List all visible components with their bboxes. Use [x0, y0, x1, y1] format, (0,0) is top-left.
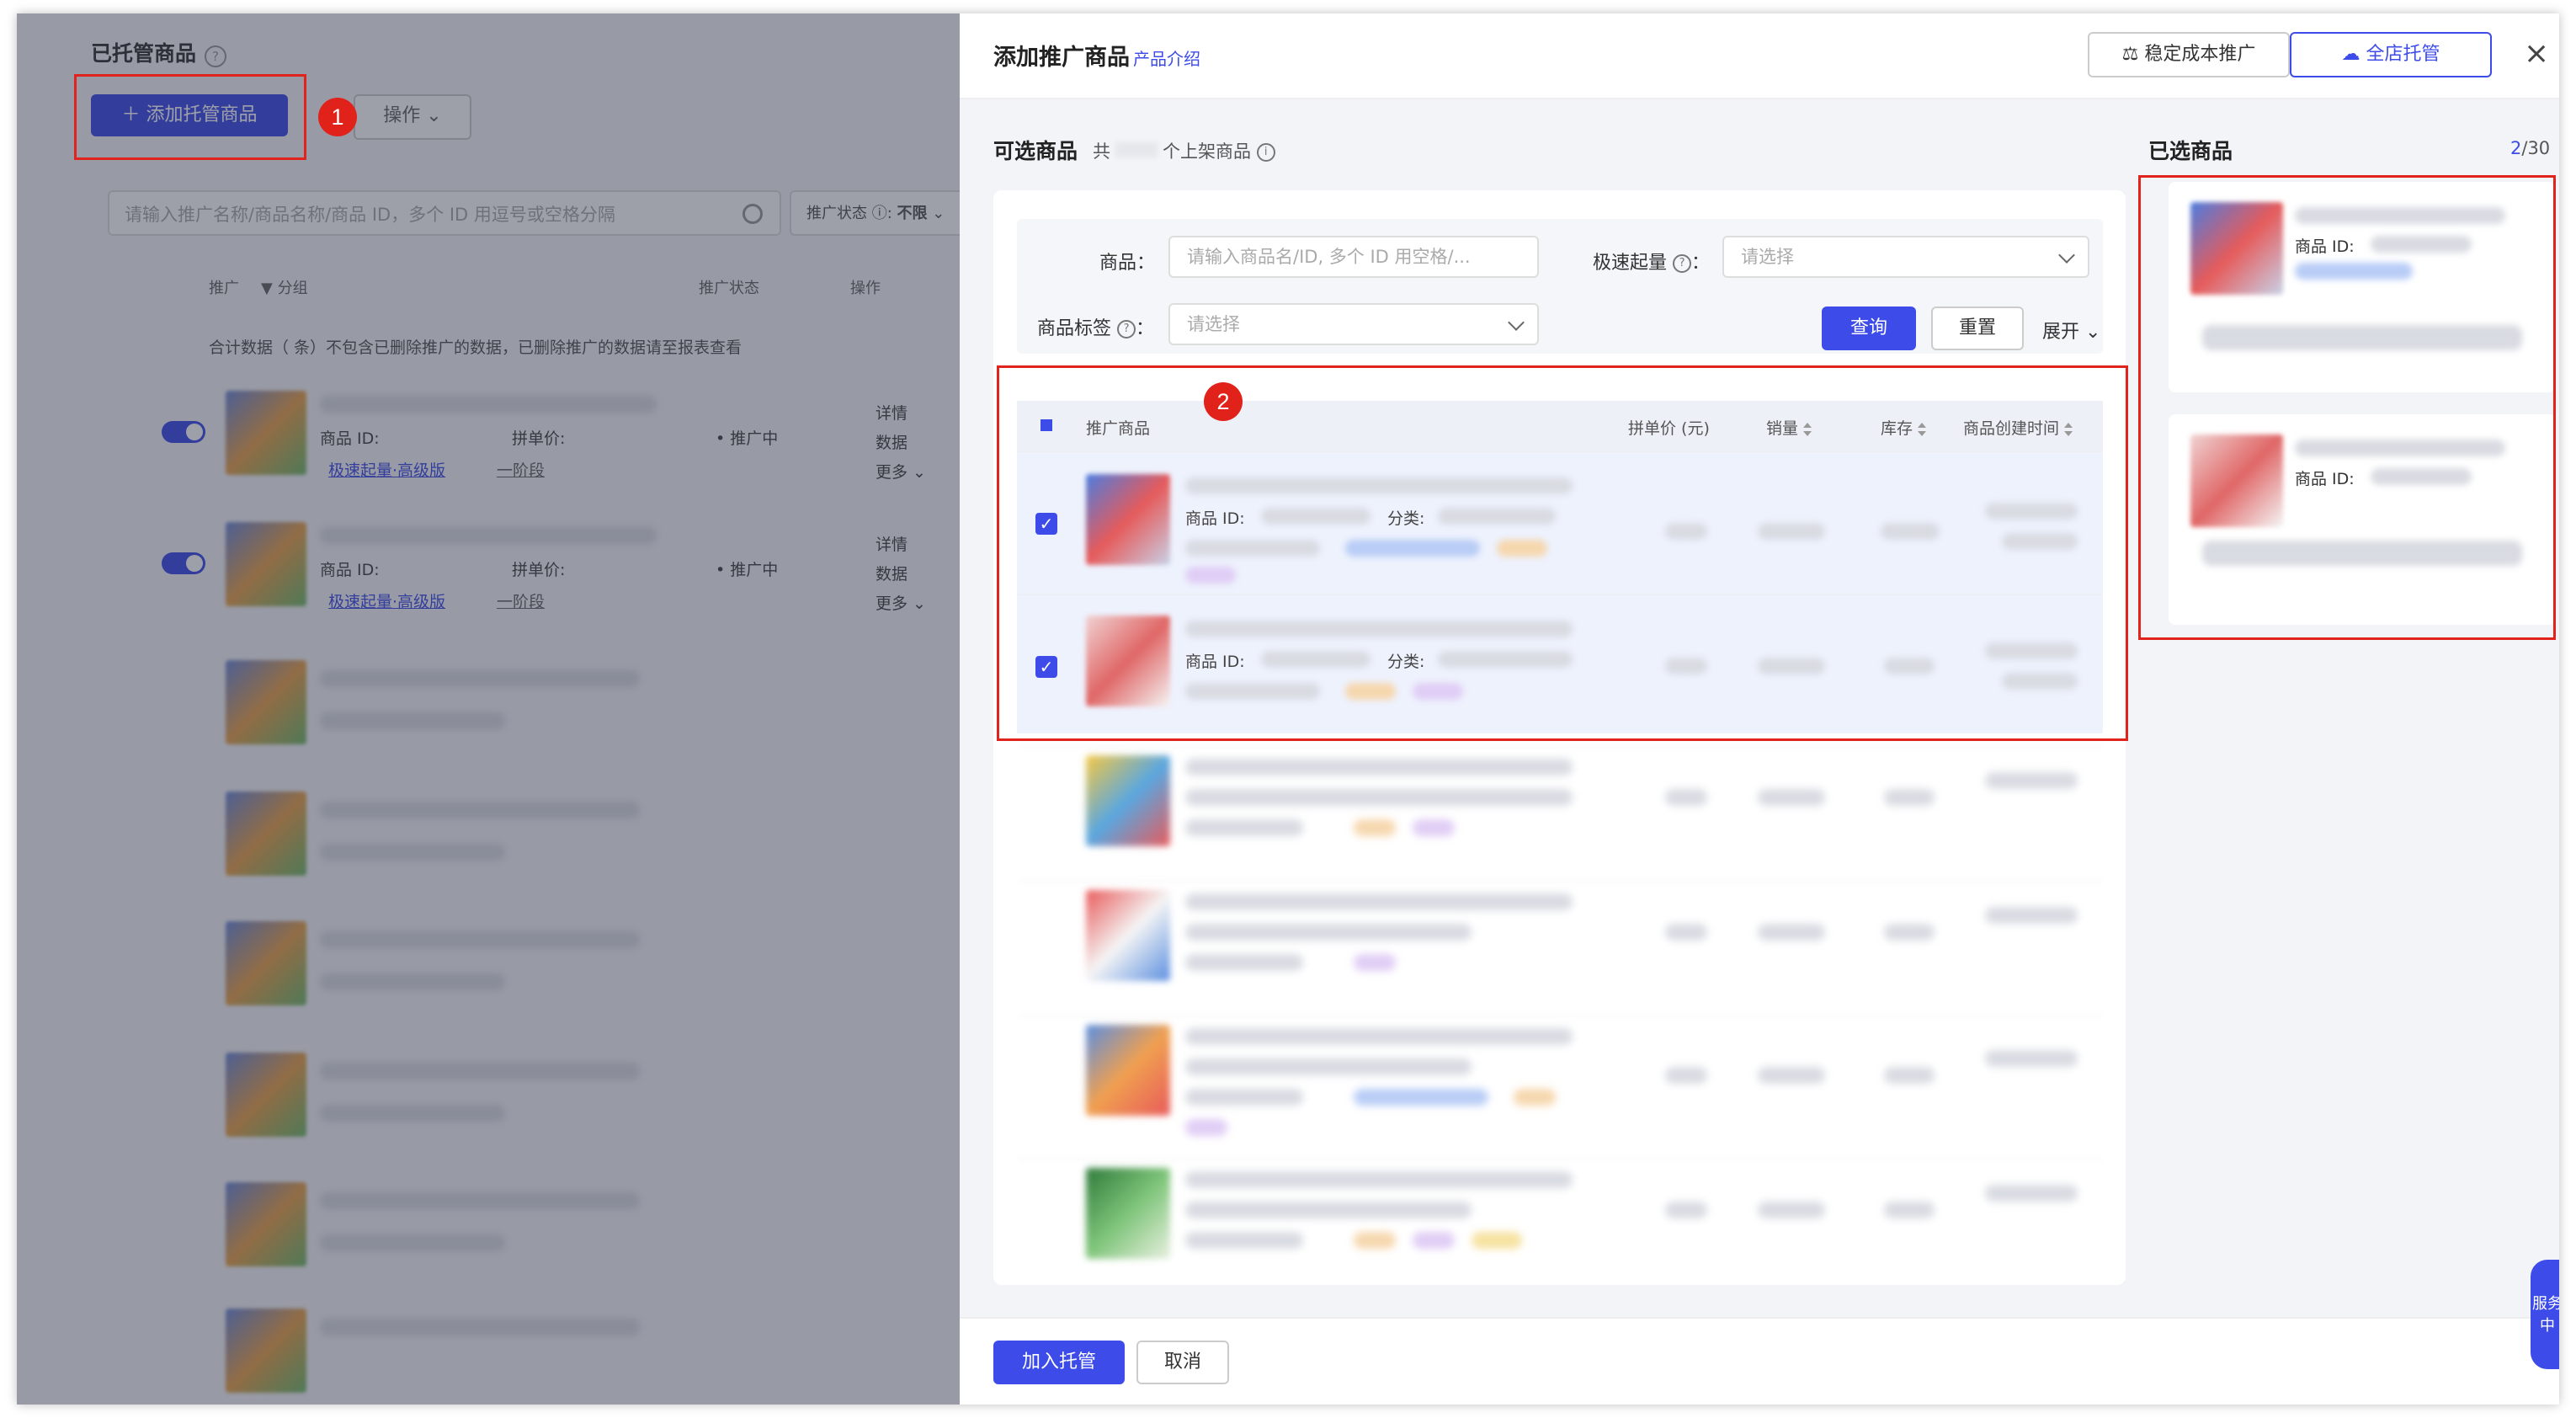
app-window: 已托管商品? ＋ 添加托管商品 操作 ⌄ 请输入推广名称/商品名称/商品 ID，… — [17, 13, 2559, 1405]
full-store-label: 全店托管 — [2366, 44, 2440, 65]
speed-select[interactable]: 请选择 — [1722, 236, 2089, 278]
stable-cost-label: 稳定成本推广 — [2144, 44, 2256, 65]
speed-label-text: 极速起量 — [1593, 253, 1668, 274]
blurred-title — [1185, 759, 1573, 776]
drawer-header: 添加推广商品 产品介绍 ⚖ 稳定成本推广 ☁ 全店托管 × — [960, 13, 2559, 99]
drawer-footer: 加入托管 取消 — [960, 1317, 2559, 1405]
blurred-price — [1665, 1067, 1707, 1084]
blurred-tag — [1354, 1232, 1396, 1249]
reset-button[interactable]: 重置 — [1931, 307, 2024, 350]
table-row[interactable] — [1017, 746, 2103, 873]
table-row[interactable] — [1017, 1159, 2103, 1286]
selected-products-title: 已选商品 — [2148, 139, 2233, 163]
blurred-price — [1665, 789, 1707, 806]
product-search-input[interactable]: 请输入商品名/ID, 多个 ID 用空格/... — [1168, 236, 1539, 278]
table-row[interactable] — [1017, 1016, 2103, 1151]
blurred-tag — [1185, 1119, 1227, 1136]
blurred-text — [1185, 924, 1472, 941]
query-button[interactable]: 查询 — [1822, 307, 1916, 350]
blurred-price — [1665, 1202, 1707, 1218]
cancel-button[interactable]: 取消 — [1136, 1341, 1229, 1384]
product-intro-link[interactable]: 产品介绍 — [1133, 45, 1200, 70]
blurred-title — [1185, 1028, 1573, 1045]
blurred-count — [1115, 142, 1158, 157]
table-row[interactable] — [1017, 881, 2103, 1008]
product-filter-label: 商品： — [1099, 253, 1156, 274]
blurred-stock — [1884, 1202, 1935, 1218]
filter-area: 商品： 请输入商品名/ID, 多个 ID 用空格/... 极速起量 ?： 请选择… — [1017, 219, 2103, 354]
selected-max: /30 — [2521, 138, 2551, 158]
stable-cost-promo-button[interactable]: ⚖ 稳定成本推广 — [2088, 32, 2290, 77]
blurred-tag — [1413, 819, 1455, 836]
blurred-tag — [1354, 819, 1396, 836]
annotation-box-1 — [74, 74, 306, 160]
add-promotion-drawer: 添加推广商品 产品介绍 ⚖ 稳定成本推广 ☁ 全店托管 × 可选商品 共 个上架商… — [960, 13, 2559, 1405]
available-products-title: 可选商品 — [993, 139, 1078, 163]
expand-toggle[interactable]: 展开 ⌄ — [2042, 317, 2100, 344]
annotation-badge-2: 2 — [1204, 382, 1243, 421]
annotation-badge-1: 1 — [318, 98, 357, 136]
blurred-date — [1985, 907, 2078, 924]
blurred-text — [1185, 789, 1573, 806]
selected-counter: 2/30 — [2510, 138, 2550, 158]
info-icon: i — [1256, 143, 1275, 162]
join-managed-button[interactable]: 加入托管 — [993, 1341, 1125, 1384]
blurred-stock — [1884, 789, 1935, 806]
blurred-text — [1185, 1089, 1303, 1106]
product-thumbnail — [1086, 890, 1170, 981]
help-icon: ? — [1117, 320, 1136, 339]
annotation-box-2 — [997, 365, 2128, 741]
blurred-sales — [1758, 924, 1825, 941]
tag-placeholder: 请选择 — [1187, 314, 1240, 334]
count-prefix: 共 — [1093, 141, 1110, 162]
blurred-tag — [1514, 1089, 1556, 1106]
chevron-down-icon — [1508, 314, 1525, 331]
blurred-sales — [1758, 1202, 1825, 1218]
speed-filter-label: 极速起量 ?： — [1593, 253, 1711, 274]
blurred-tag — [1354, 1089, 1488, 1106]
blurred-tag — [1472, 1232, 1522, 1249]
annotation-box-3 — [2138, 175, 2556, 640]
blurred-price — [1665, 924, 1707, 941]
product-thumbnail — [1086, 755, 1170, 846]
tag-filter-label: 商品标签 ?： — [1037, 318, 1155, 339]
chevron-down-icon — [2058, 247, 2075, 264]
blurred-date — [1985, 1050, 2078, 1067]
speed-placeholder: 请选择 — [1741, 247, 1794, 267]
blurred-sales — [1758, 789, 1825, 806]
close-icon[interactable]: × — [2524, 39, 2549, 69]
expand-label: 展开 — [2042, 322, 2080, 343]
selected-count: 2 — [2510, 138, 2522, 158]
product-thumbnail — [1086, 1168, 1170, 1259]
customer-service-tab[interactable]: 服务中 — [2531, 1260, 2559, 1369]
blurred-sales — [1758, 1067, 1825, 1084]
scale-icon: ⚖ — [2121, 44, 2139, 65]
blurred-date — [1985, 1185, 2078, 1202]
modal-overlay[interactable] — [17, 13, 960, 1405]
tag-select[interactable]: 请选择 — [1168, 303, 1539, 345]
blurred-text — [1185, 1058, 1472, 1075]
blurred-date — [1985, 772, 2078, 789]
product-thumbnail — [1086, 1025, 1170, 1116]
blurred-title — [1185, 1171, 1573, 1188]
blurred-tag — [1354, 954, 1396, 971]
help-icon: ? — [1673, 254, 1692, 273]
full-store-managed-button[interactable]: ☁ 全店托管 — [2290, 32, 2492, 77]
blurred-stock — [1884, 924, 1935, 941]
available-products-count: 共 个上架商品 i — [1093, 138, 1275, 163]
count-suffix: 个上架商品 — [1163, 141, 1251, 162]
blurred-text — [1185, 954, 1303, 971]
drawer-title: 添加推广商品 — [993, 45, 1130, 71]
blurred-text — [1185, 1202, 1472, 1218]
blurred-text — [1185, 819, 1303, 836]
blurred-text — [1185, 1232, 1303, 1249]
blurred-stock — [1884, 1067, 1935, 1084]
blurred-tag — [1413, 1232, 1455, 1249]
cloud-icon: ☁ — [2341, 44, 2360, 65]
tag-label-text: 商品标签 — [1037, 318, 1112, 339]
blurred-title — [1185, 893, 1573, 910]
